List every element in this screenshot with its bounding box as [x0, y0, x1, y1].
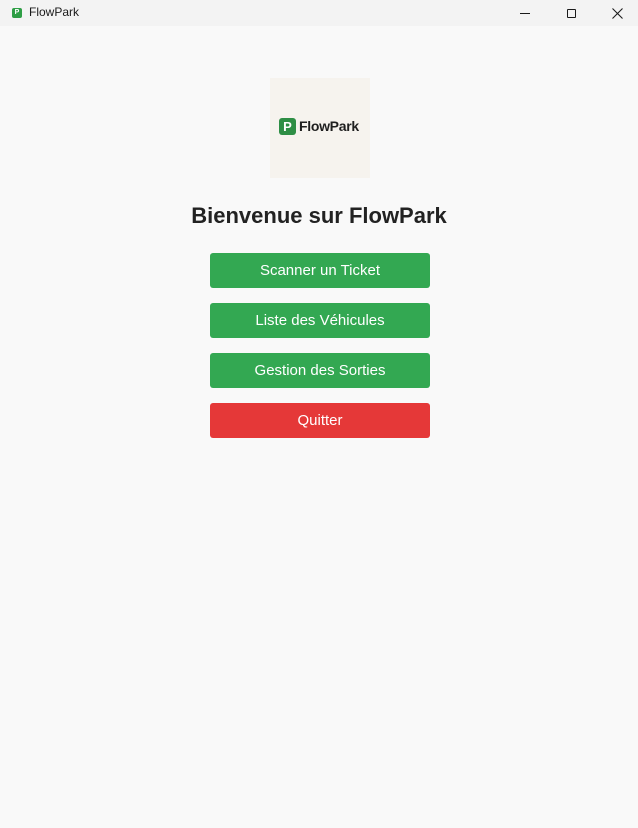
title-bar[interactable]: P FlowPark [0, 0, 638, 26]
minimize-icon [520, 12, 530, 14]
window-title: FlowPark [29, 5, 80, 19]
logo-text: FlowPark [299, 118, 359, 134]
logo: P FlowPark [270, 78, 370, 178]
main-content: P FlowPark Bienvenue sur FlowPark Scanne… [0, 26, 638, 828]
quit-button[interactable]: Quitter [210, 403, 430, 438]
exit-management-button[interactable]: Gestion des Sorties [210, 353, 430, 388]
vehicle-list-button[interactable]: Liste des Véhicules [210, 303, 430, 338]
app-icon: P [12, 8, 22, 18]
page-title: Bienvenue sur FlowPark [191, 203, 447, 228]
close-button[interactable] [594, 0, 638, 26]
maximize-button[interactable] [548, 0, 594, 26]
minimize-button[interactable] [502, 0, 548, 26]
close-icon [611, 7, 623, 19]
scan-ticket-button[interactable]: Scanner un Ticket [210, 253, 430, 288]
maximize-icon [566, 8, 576, 18]
parking-icon: P [279, 118, 296, 135]
app-window: P FlowPark P FlowPark Bienvenue sur Flow… [0, 0, 638, 828]
